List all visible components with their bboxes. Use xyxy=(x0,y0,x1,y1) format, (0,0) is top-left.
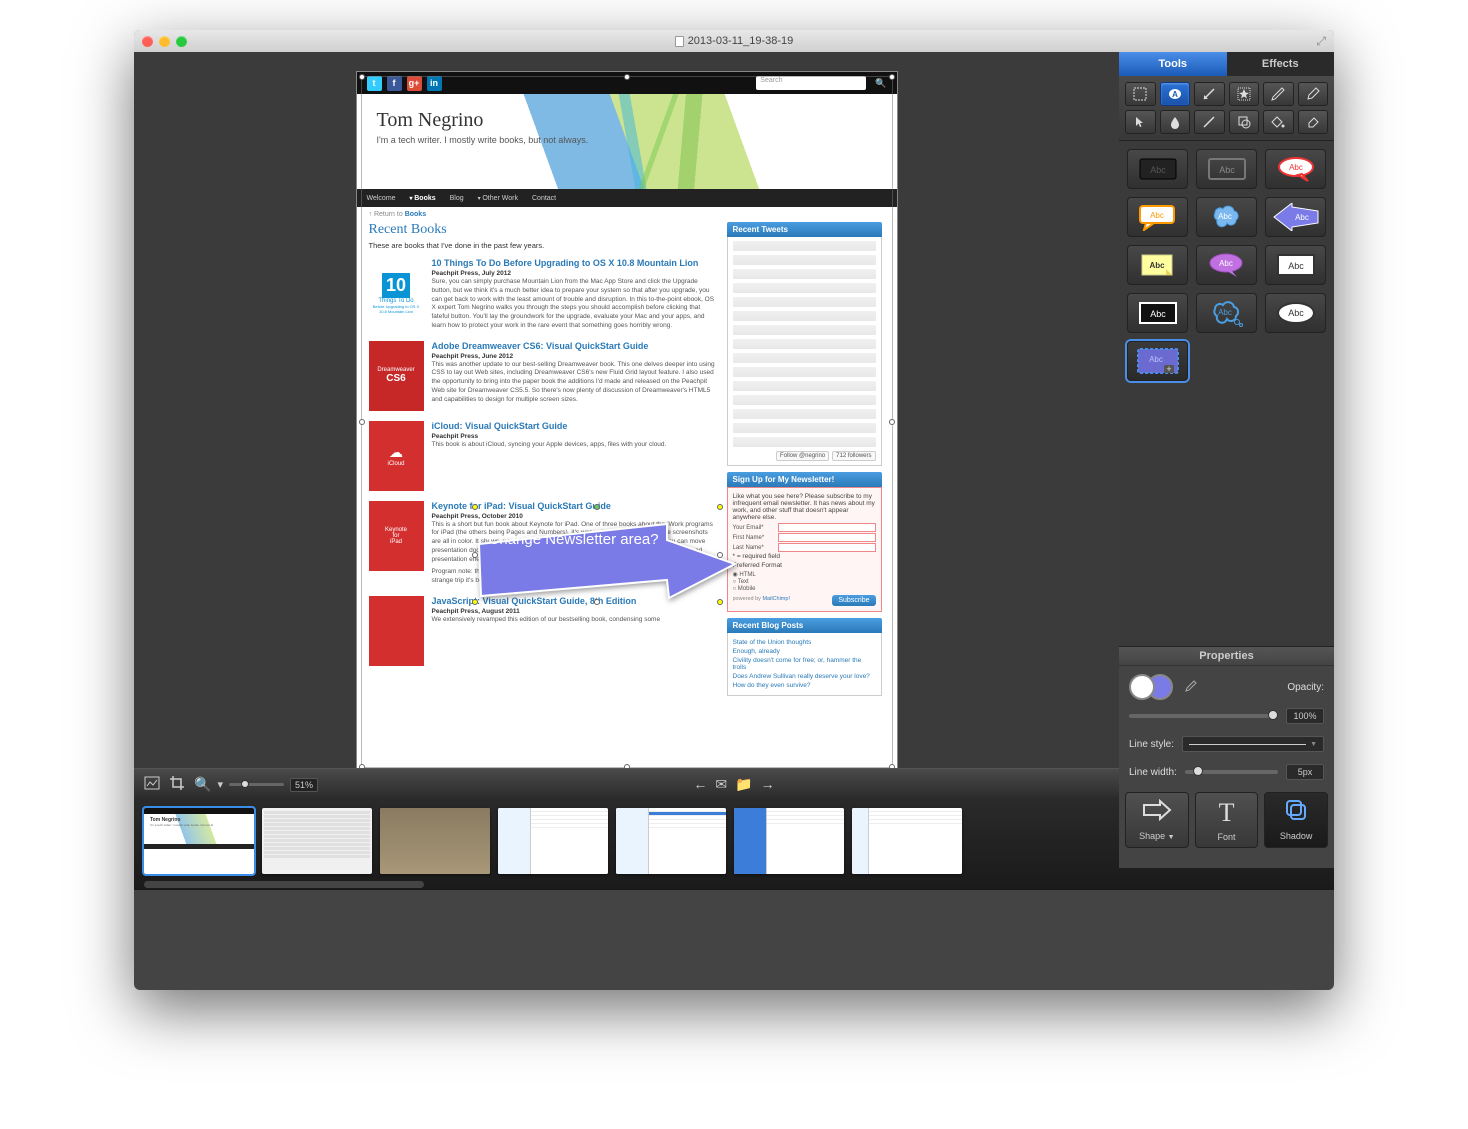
svg-text:Abc: Abc xyxy=(1218,212,1232,221)
svg-text:Abc: Abc xyxy=(1150,211,1164,220)
tool-erase[interactable] xyxy=(1298,110,1329,134)
tool-fill[interactable] xyxy=(1263,110,1294,134)
shape-bubble-purple[interactable]: Abc xyxy=(1196,245,1257,285)
shape-cloud-blue[interactable]: Abc xyxy=(1196,197,1257,237)
nav-mail[interactable]: ✉ xyxy=(715,776,727,793)
zoom-dropdown[interactable]: ▾ xyxy=(217,778,223,791)
stroke-color-swatch[interactable] xyxy=(1129,674,1155,700)
window-title: 2013-03-11_19-38-19 xyxy=(134,35,1334,47)
svg-text:Abc: Abc xyxy=(1288,308,1304,318)
shape-bubble-red[interactable]: Abc xyxy=(1265,149,1326,189)
crop-button[interactable] xyxy=(170,776,184,793)
properties-header: Properties xyxy=(1119,647,1334,666)
properties-panel: Properties Opacity: 100% Line style: ▼ L… xyxy=(1119,646,1334,868)
fullscreen-button[interactable]: ⤢ xyxy=(1316,34,1326,49)
thumbnail-3[interactable] xyxy=(380,808,490,874)
zoom-value: 51% xyxy=(290,778,318,792)
linewidth-value[interactable]: 5px xyxy=(1286,764,1324,780)
thumbnail-4[interactable] xyxy=(498,808,608,874)
shape-note-yellow[interactable]: Abc xyxy=(1127,245,1188,285)
selection-outline-annotation[interactable] xyxy=(475,507,720,602)
svg-text:Abc: Abc xyxy=(1149,261,1165,270)
thumbnail-5[interactable] xyxy=(616,808,726,874)
svg-text:Abc: Abc xyxy=(1289,163,1303,172)
selection-outline-document[interactable] xyxy=(361,76,893,768)
tool-arrow[interactable] xyxy=(1194,82,1225,106)
shape-box-outline[interactable]: Abc xyxy=(1196,149,1257,189)
linewidth-slider[interactable] xyxy=(1185,770,1278,774)
opacity-slider[interactable] xyxy=(1129,714,1278,718)
tray-scrollbar[interactable] xyxy=(144,881,424,888)
thumbnail-2[interactable] xyxy=(262,808,372,874)
nav-next[interactable]: → xyxy=(761,776,775,793)
shape-bubble-orange[interactable]: Abc xyxy=(1127,197,1188,237)
shape-cloud-outline[interactable]: Abc xyxy=(1196,293,1257,333)
traffic-lights xyxy=(142,36,187,47)
tool-shape[interactable] xyxy=(1229,110,1260,134)
svg-text:Abc: Abc xyxy=(1150,165,1166,175)
canvas[interactable]: t f g+ in Search 🔍 Tom Negrino I'm a tec… xyxy=(134,52,1119,768)
zoom-control: 🔍 ▾ 51% xyxy=(194,776,318,793)
tool-pen[interactable] xyxy=(1263,82,1294,106)
svg-text:A: A xyxy=(1172,90,1178,99)
nav-folder[interactable]: 📁 xyxy=(735,776,752,793)
font-button[interactable]: T Font xyxy=(1195,792,1259,848)
zoom-slider[interactable] xyxy=(229,783,284,786)
screenshot-document[interactable]: t f g+ in Search 🔍 Tom Negrino I'm a tec… xyxy=(357,72,897,768)
tool-stamp[interactable] xyxy=(1229,82,1260,106)
thumbnail-7[interactable] xyxy=(852,808,962,874)
shape-box-white-thin[interactable]: Abc xyxy=(1127,293,1188,333)
shape-add-custom[interactable]: Abc+ xyxy=(1127,341,1188,381)
tool-cursor[interactable] xyxy=(1125,110,1156,134)
eyedropper-icon[interactable] xyxy=(1183,680,1197,694)
shape-arrow-purple[interactable]: Abc xyxy=(1265,197,1326,237)
tab-effects[interactable]: Effects xyxy=(1227,52,1335,76)
shape-ellipse-white[interactable]: Abc xyxy=(1265,293,1326,333)
tool-text[interactable]: A xyxy=(1160,82,1191,106)
document-icon xyxy=(675,36,684,47)
close-button[interactable] xyxy=(142,36,153,47)
tool-grid: A xyxy=(1119,76,1334,141)
shadow-button[interactable]: Shadow xyxy=(1264,792,1328,848)
opacity-label: Opacity: xyxy=(1287,682,1324,693)
panel-tabs: Tools Effects xyxy=(1119,52,1334,76)
svg-text:Abc: Abc xyxy=(1219,165,1235,175)
shape-box-white[interactable]: Abc xyxy=(1265,245,1326,285)
svg-text:Abc: Abc xyxy=(1219,259,1233,268)
opacity-value[interactable]: 100% xyxy=(1286,708,1324,724)
zoom-button[interactable] xyxy=(176,36,187,47)
zoom-icon[interactable]: 🔍 xyxy=(194,776,211,793)
tool-highlight[interactable] xyxy=(1298,82,1329,106)
svg-text:+: + xyxy=(1166,364,1171,374)
shape-button[interactable]: Shape ▼ xyxy=(1125,792,1189,848)
titlebar: 2013-03-11_19-38-19 ⤢ xyxy=(134,30,1334,52)
thumbnail-1[interactable]: Tom NegrinoI'm a tech writer. I mostly w… xyxy=(144,808,254,874)
svg-text:Abc: Abc xyxy=(1149,355,1163,364)
tool-line[interactable] xyxy=(1194,110,1225,134)
svg-text:Abc: Abc xyxy=(1295,213,1309,222)
nav-prev[interactable]: ← xyxy=(693,776,707,793)
minimize-button[interactable] xyxy=(159,36,170,47)
tool-blur[interactable] xyxy=(1160,110,1191,134)
thumbnail-6[interactable] xyxy=(734,808,844,874)
linestyle-select[interactable]: ▼ xyxy=(1182,736,1324,752)
linewidth-label: Line width: xyxy=(1129,767,1177,778)
linestyle-label: Line style: xyxy=(1129,739,1174,750)
tab-tools[interactable]: Tools xyxy=(1119,52,1227,76)
app-window: 2013-03-11_19-38-19 ⤢ t f g+ in Search 🔍… xyxy=(134,30,1334,990)
svg-text:Abc: Abc xyxy=(1288,261,1304,271)
svg-text:Abc: Abc xyxy=(1218,308,1232,317)
fit-button[interactable] xyxy=(144,776,160,793)
shape-box-black[interactable]: Abc xyxy=(1127,149,1188,189)
svg-text:Abc: Abc xyxy=(1150,309,1166,319)
tool-select[interactable] xyxy=(1125,82,1156,106)
